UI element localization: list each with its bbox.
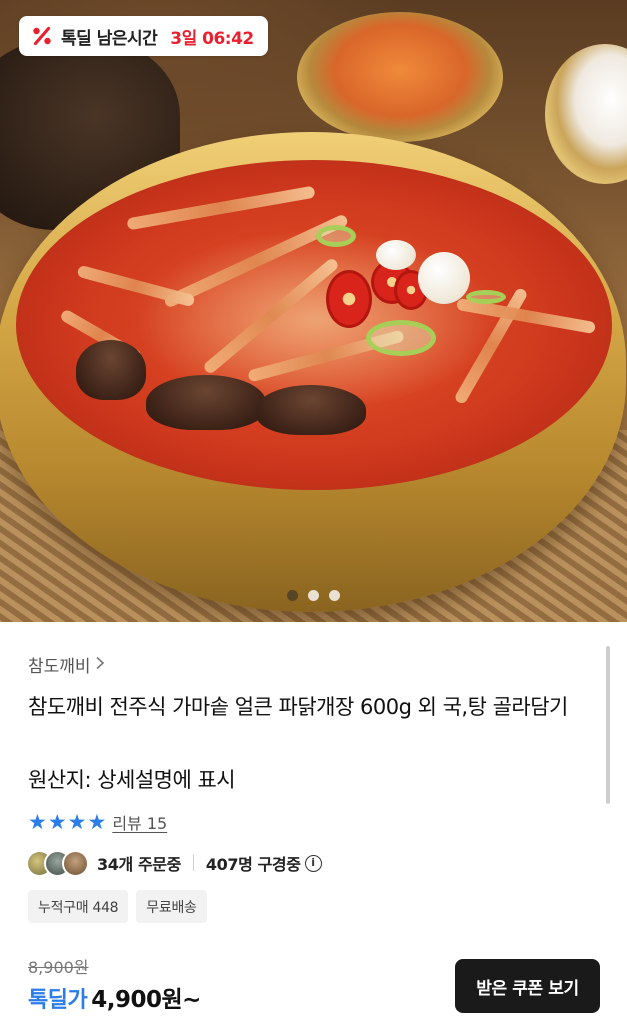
info-circle-icon[interactable]: i	[304, 854, 322, 872]
star-icon: ★	[67, 810, 87, 834]
deal-price-row: 톡딜가 4,900원~	[28, 980, 201, 1014]
brand-name: 참도깨비	[28, 657, 91, 677]
divider	[192, 855, 194, 871]
avatar	[62, 849, 89, 877]
pager-dot[interactable]	[308, 590, 319, 601]
tag-list: 누적구매 448 무료배송	[28, 890, 207, 923]
soup-image	[16, 160, 612, 490]
pager-dot[interactable]	[287, 590, 298, 601]
star-icon: ★	[47, 810, 67, 834]
buyer-avatars	[26, 849, 89, 877]
product-title: 참도깨비 전주식 가마솥 얼큰 파닭개장 600g 외 국,탕 골라담기	[28, 695, 568, 719]
tag-free-shipping: 무료배송	[136, 890, 207, 923]
star-icon: ★	[28, 810, 47, 834]
review-link[interactable]: 리뷰 15	[112, 810, 167, 834]
timer-value: 3일 06:42	[170, 28, 254, 49]
social-proof-row: 34개 주문중 407명 구경중 i	[26, 848, 322, 878]
product-origin: 원산지: 상세설명에 표시	[28, 768, 236, 792]
view-coupons-button[interactable]: 받은 쿠폰 보기	[455, 959, 600, 1013]
chevron-right-icon	[95, 655, 105, 675]
original-price: 8,900원	[28, 958, 89, 977]
percent-badge-icon	[31, 25, 53, 47]
deal-timer-badge: 톡딜 남은시간 3일 06:42	[19, 16, 268, 56]
viewer-count: 407명 구경중	[205, 855, 301, 874]
scrollbar[interactable]	[606, 646, 610, 804]
product-info-section: 참도깨비 참도깨비 전주식 가마솥 얼큰 파닭개장 600g 외 국,탕 골라담…	[0, 622, 627, 1024]
deal-price: 4,900원~	[91, 987, 201, 1013]
kimchi-bowl-image	[297, 12, 503, 142]
timer-label: 톡딜 남은시간	[61, 28, 158, 49]
star-rating: ★ ★ ★ ★	[28, 811, 106, 833]
star-icon: ★	[87, 810, 107, 834]
brand-link[interactable]: 참도깨비	[28, 652, 105, 677]
carousel-pager	[0, 590, 627, 601]
rice-bowl-image	[545, 44, 627, 184]
deal-label: 톡딜가	[28, 988, 88, 1013]
rating-row: ★ ★ ★ ★ 리뷰 15	[28, 810, 167, 834]
tag-cumulative-purchases: 누적구매 448	[28, 890, 129, 923]
order-count: 34개 주문중	[97, 855, 181, 874]
product-image-carousel[interactable]: 톡딜 남은시간 3일 06:42	[0, 0, 627, 622]
pager-dot[interactable]	[329, 590, 340, 601]
